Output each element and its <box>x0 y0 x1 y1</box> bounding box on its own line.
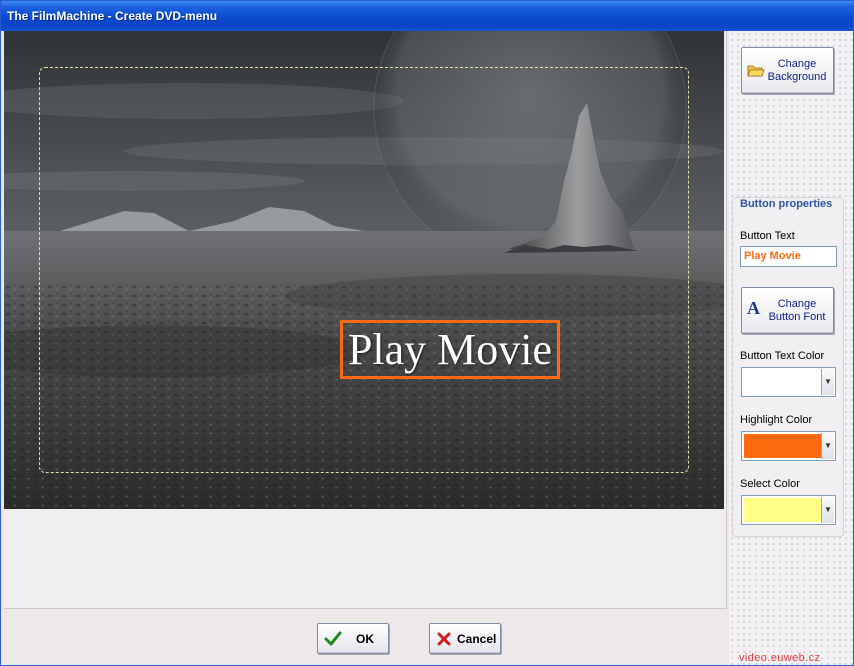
background-image <box>4 31 724 509</box>
ok-button[interactable]: OK <box>317 623 389 654</box>
highlight-color-label: Highlight Color <box>740 414 813 426</box>
chevron-down-icon[interactable]: ▼ <box>821 433 834 459</box>
title-bar[interactable]: The FilmMachine - Create DVD-menu <box>1 1 853 31</box>
chevron-down-icon[interactable]: ▼ <box>821 497 834 523</box>
change-background-label-1: Change <box>777 58 817 70</box>
group-title: Button properties <box>740 198 833 210</box>
font-a-icon: A <box>747 298 760 318</box>
button-text-label: Button Text <box>740 230 795 242</box>
menu-button-play-movie[interactable]: Play Movie <box>340 320 560 379</box>
select-color-swatch <box>744 498 821 522</box>
select-color-label: Select Color <box>740 478 800 490</box>
button-text-color-label: Button Text Color <box>740 350 825 362</box>
cancel-label: Cancel <box>457 632 497 646</box>
change-font-label-1: Change <box>777 298 817 310</box>
watermark: video.euweb.cz <box>739 652 821 664</box>
highlight-color-select[interactable]: ▼ <box>741 431 836 461</box>
button-text-color-select[interactable]: ▼ <box>741 367 836 397</box>
chevron-down-icon[interactable]: ▼ <box>821 369 834 395</box>
open-folder-icon <box>747 63 765 82</box>
dvd-menu-window: The FilmMachine - Create DVD-menu Play M… <box>0 0 854 666</box>
change-font-label-2: Button Font <box>768 311 826 323</box>
select-color-select[interactable]: ▼ <box>741 495 836 525</box>
change-button-font-button[interactable]: A Change Button Font <box>741 287 834 334</box>
x-icon <box>436 631 452 650</box>
button-text-input[interactable]: Play Movie <box>740 246 837 267</box>
highlight-color-swatch <box>744 434 821 458</box>
button-text-color-swatch <box>744 370 821 394</box>
cancel-button[interactable]: Cancel <box>429 623 501 654</box>
checkmark-icon <box>324 631 342 650</box>
preview-panel: Play Movie <box>4 31 727 609</box>
change-background-button[interactable]: Change Background <box>741 47 834 94</box>
change-background-label-2: Background <box>767 71 827 83</box>
window-title: The FilmMachine - Create DVD-menu <box>7 9 218 23</box>
ok-label: OK <box>356 632 374 646</box>
